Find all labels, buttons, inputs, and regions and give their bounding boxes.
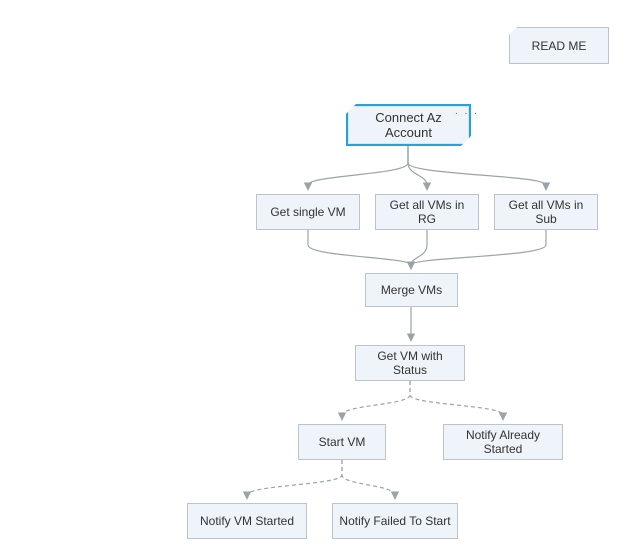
vmstart-label: Notify VM Started [200,514,294,528]
notify-already-started-node[interactable]: Notify Already Started [443,424,563,460]
get-vm-status-node[interactable]: Get VM with Status [355,345,465,381]
get-rg-label: Get all VMs in RG [380,198,474,226]
start-label: Start VM [319,435,366,449]
merge-label: Merge VMs [381,283,442,297]
flowchart-canvas: READ ME Connect Az Account . . . Get sin… [0,0,636,549]
get-single-vm-node[interactable]: Get single VM [256,194,360,230]
connect-label: Connect Az Account [352,110,465,140]
readme-label: READ ME [532,39,587,53]
connect-az-account-node[interactable]: Connect Az Account [346,104,471,146]
notify-failed-node[interactable]: Notify Failed To Start [332,503,458,539]
status-label: Get VM with Status [360,349,460,377]
readme-note[interactable]: READ ME [509,27,609,64]
get-vms-in-rg-node[interactable]: Get all VMs in RG [375,194,479,230]
get-single-label: Get single VM [270,205,345,219]
already-label: Notify Already Started [448,428,558,456]
ellipsis-icon[interactable]: . . . [455,106,479,117]
start-vm-node[interactable]: Start VM [298,424,386,460]
edges-layer [0,0,636,549]
get-sub-label: Get all VMs in Sub [499,198,593,226]
failed-label: Notify Failed To Start [339,514,450,528]
notify-vm-started-node[interactable]: Notify VM Started [187,503,307,539]
merge-vms-node[interactable]: Merge VMs [365,273,458,307]
get-vms-in-sub-node[interactable]: Get all VMs in Sub [494,194,598,230]
